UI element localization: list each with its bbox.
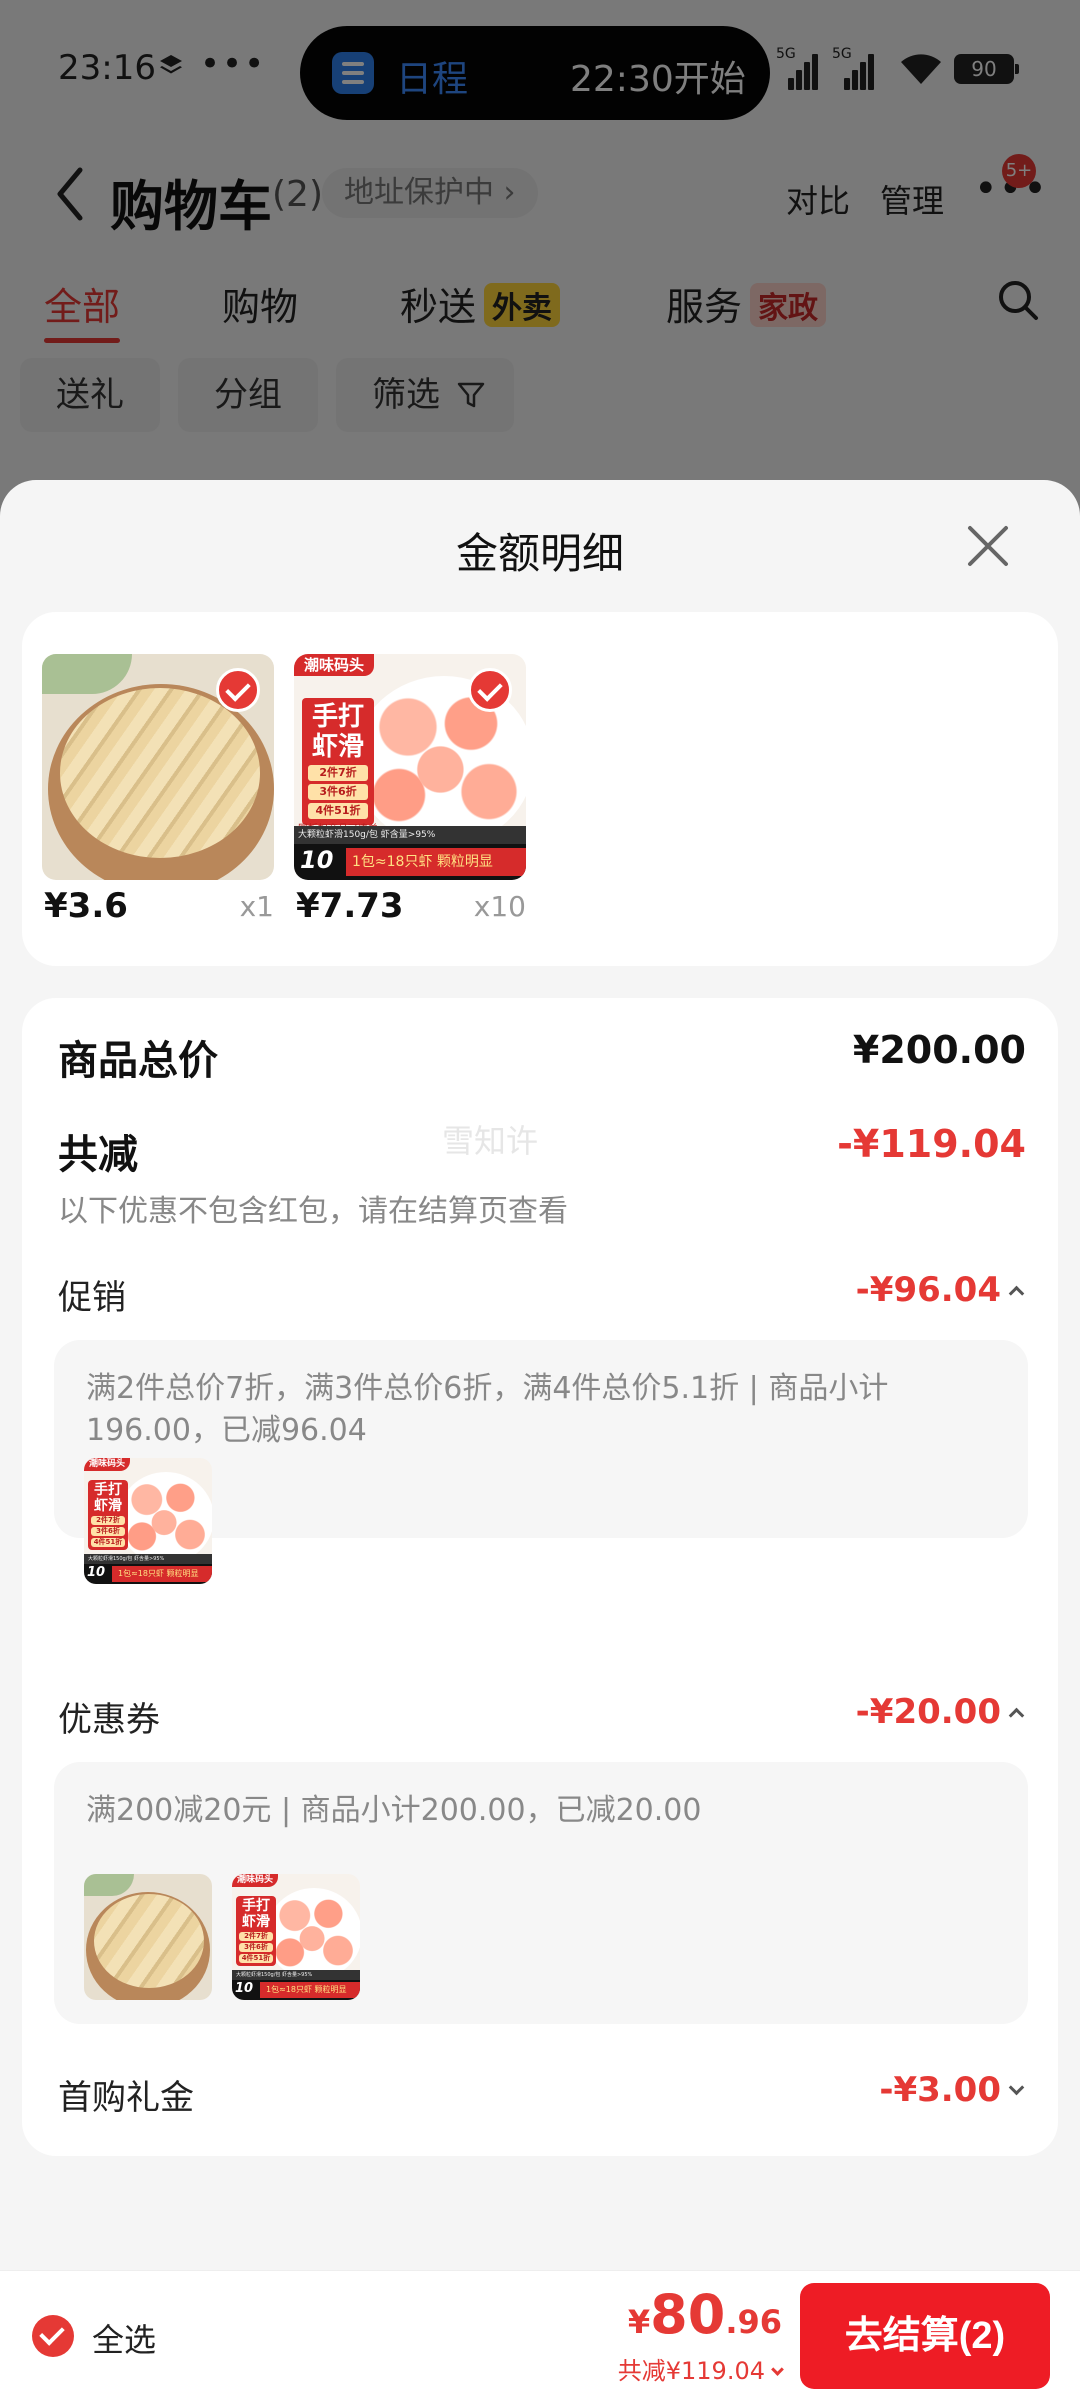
spec-line: 大颗粒虾滑150g/包 虾含量>95% [84, 1554, 212, 1564]
spec-line: 大颗粒虾滑150g/包 虾含量>95% [232, 1970, 360, 1980]
strip-text: 1包≈18只虾 颗粒明显 [346, 848, 526, 876]
coupon-label: 优惠券 [58, 1700, 160, 1740]
deal-tag: 2件7折 [239, 1932, 273, 1941]
select-all-label[interactable]: 全选 [92, 2315, 156, 2361]
deal-tag: 2件7折 [308, 765, 368, 781]
item-quantity: x10 [473, 890, 526, 923]
headline: 虾滑 [242, 1914, 270, 1930]
checkout-bar: 全选 ¥80.96 共减¥119.04 去结算(2) [0, 2270, 1080, 2400]
coupon-toggle[interactable]: -¥20.00 [855, 1692, 1025, 1732]
selected-items-card: ¥3.6 x1 潮味码头 手打 虾滑 2件7折 3件6折 4件51折 同折扣商品… [22, 612, 1058, 966]
first-purchase-label: 首购礼金 [58, 2078, 194, 2118]
shrimp-paste-image: 潮味码头 手打 虾滑 2件7折 3件6折 4件51折 大颗粒虾滑150g/包 虾… [84, 1458, 212, 1584]
brand-label: 潮味码头 [84, 1458, 131, 1471]
deal-tag: 4件51折 [308, 803, 368, 819]
headline: 手打 [311, 702, 364, 732]
deal-tag: 3件6折 [239, 1943, 273, 1952]
price-tag: 10 [300, 846, 334, 874]
promotion-amount: -¥96.04 [855, 1270, 1001, 1310]
selected-check-icon[interactable] [216, 668, 260, 712]
strip-text: 1包≈18只虾 颗粒明显 [112, 1566, 212, 1582]
cart-item[interactable]: ¥3.6 x1 [42, 654, 274, 926]
promotion-description: 满2件总价7折，满3件总价6折，满4件总价5.1折 | 商品小计196.00，已… [86, 1371, 889, 1448]
discount-label: 共减 [58, 1132, 138, 1178]
price-tag: 10 [235, 1981, 254, 1996]
select-all-check-icon[interactable] [32, 2315, 74, 2357]
promotion-label: 促销 [58, 1278, 126, 1318]
coupon-amount: -¥20.00 [855, 1692, 1001, 1732]
first-purchase-toggle[interactable]: -¥3.00 [879, 2070, 1025, 2110]
watermark: 雪知许 [442, 1122, 539, 1160]
headline: 虾滑 [311, 732, 364, 762]
noodles-image [84, 1874, 212, 2000]
total-discount-toggle[interactable]: 共减¥119.04 [617, 2351, 784, 2386]
total-decimal: .96 [725, 2303, 782, 2341]
item-price: ¥3.6 [44, 886, 128, 926]
sheet-title: 金额明细 [455, 529, 624, 578]
chevron-down-icon [771, 2363, 784, 2376]
discount-amount: -¥119.04 [837, 1122, 1026, 1166]
chevron-up-icon [1008, 1285, 1025, 1302]
price-detail-card: 商品总价 ¥200.00 共减 -¥119.04 雪知许 以下优惠不包含红包，请… [22, 998, 1058, 2156]
promotion-toggle[interactable]: -¥96.04 [855, 1270, 1025, 1310]
brand-label: 潮味码头 [232, 1874, 279, 1887]
headline: 虾滑 [94, 1498, 122, 1514]
amount-detail-sheet: 金额明细 ¥3.6 x1 潮味码头 手打 虾滑 2件7折 3件6折 4件51折 … [0, 480, 1080, 2270]
close-icon[interactable] [964, 522, 1012, 570]
strip-text: 1包≈18只虾 颗粒明显 [260, 1982, 360, 1998]
deal-tag: 2件7折 [91, 1516, 125, 1525]
spec-line: 大颗粒虾滑150g/包 虾含量>95% [294, 826, 526, 844]
total-price: ¥80.96 [628, 2283, 782, 2346]
total-label: 商品总价 [58, 1038, 218, 1084]
selected-check-icon[interactable] [468, 668, 512, 712]
shrimp-paste-image: 潮味码头 手打 虾滑 2件7折 3件6折 4件51折 大颗粒虾滑150g/包 虾… [232, 1874, 360, 2000]
first-purchase-amount: -¥3.00 [879, 2070, 1001, 2110]
product-thumbnail-noodles [42, 654, 274, 880]
coupon-item-thumbnail: 潮味码头 手打 虾滑 2件7折 3件6折 4件51折 大颗粒虾滑150g/包 虾… [232, 1874, 360, 2000]
total-amount: ¥200.00 [852, 1028, 1026, 1072]
item-price: ¥7.73 [296, 886, 404, 926]
deal-tag: 3件6折 [308, 784, 368, 800]
promo-panel: 手打 虾滑 2件7折 3件6折 4件51折 [302, 698, 374, 825]
promotion-item-thumbnail: 潮味码头 手打 虾滑 2件7折 3件6折 4件51折 大颗粒虾滑150g/包 虾… [84, 1458, 212, 1584]
chevron-up-icon [1008, 1707, 1025, 1724]
headline: 手打 [94, 1482, 122, 1498]
total-currency: ¥ [627, 2303, 651, 2341]
deal-tag: 4件51折 [91, 1538, 125, 1547]
total-integer: 80 [650, 2283, 726, 2346]
promo-panel: 手打 虾滑 2件7折 3件6折 4件51折 [88, 1480, 128, 1550]
image-bottom-strip: 大颗粒虾滑150g/包 虾含量>95% 10 1包≈18只虾 颗粒明显 [84, 1554, 212, 1584]
coupon-description: 满200减20元 | 商品小计200.00，已减20.00 [86, 1793, 702, 1828]
cart-item[interactable]: 潮味码头 手打 虾滑 2件7折 3件6折 4件51折 同折扣商品可凑单 大颗粒虾… [294, 654, 526, 926]
product-thumbnail-shrimp: 潮味码头 手打 虾滑 2件7折 3件6折 4件51折 同折扣商品可凑单 大颗粒虾… [294, 654, 526, 880]
deal-tag: 3件6折 [91, 1527, 125, 1536]
deal-tag: 4件51折 [239, 1954, 273, 1963]
brand-label: 潮味码头 [294, 654, 375, 676]
chevron-down-icon [1008, 2079, 1025, 2096]
image-bottom-strip: 大颗粒虾滑150g/包 虾含量>95% 10 1包≈18只虾 颗粒明显 [294, 826, 526, 880]
checkout-button[interactable]: 去结算(2) [800, 2283, 1050, 2389]
discount-note: 以下优惠不包含红包，请在结算页查看 [58, 1194, 568, 1229]
promo-panel: 手打 虾滑 2件7折 3件6折 4件51折 [236, 1896, 276, 1966]
item-quantity: x1 [239, 890, 274, 923]
coupon-item-thumbnail [84, 1874, 212, 2000]
price-tag: 10 [87, 1565, 106, 1580]
total-discount: 共减¥119.04 [617, 2357, 765, 2385]
image-bottom-strip: 大颗粒虾滑150g/包 虾含量>95% 10 1包≈18只虾 颗粒明显 [232, 1970, 360, 2000]
headline: 手打 [242, 1898, 270, 1914]
